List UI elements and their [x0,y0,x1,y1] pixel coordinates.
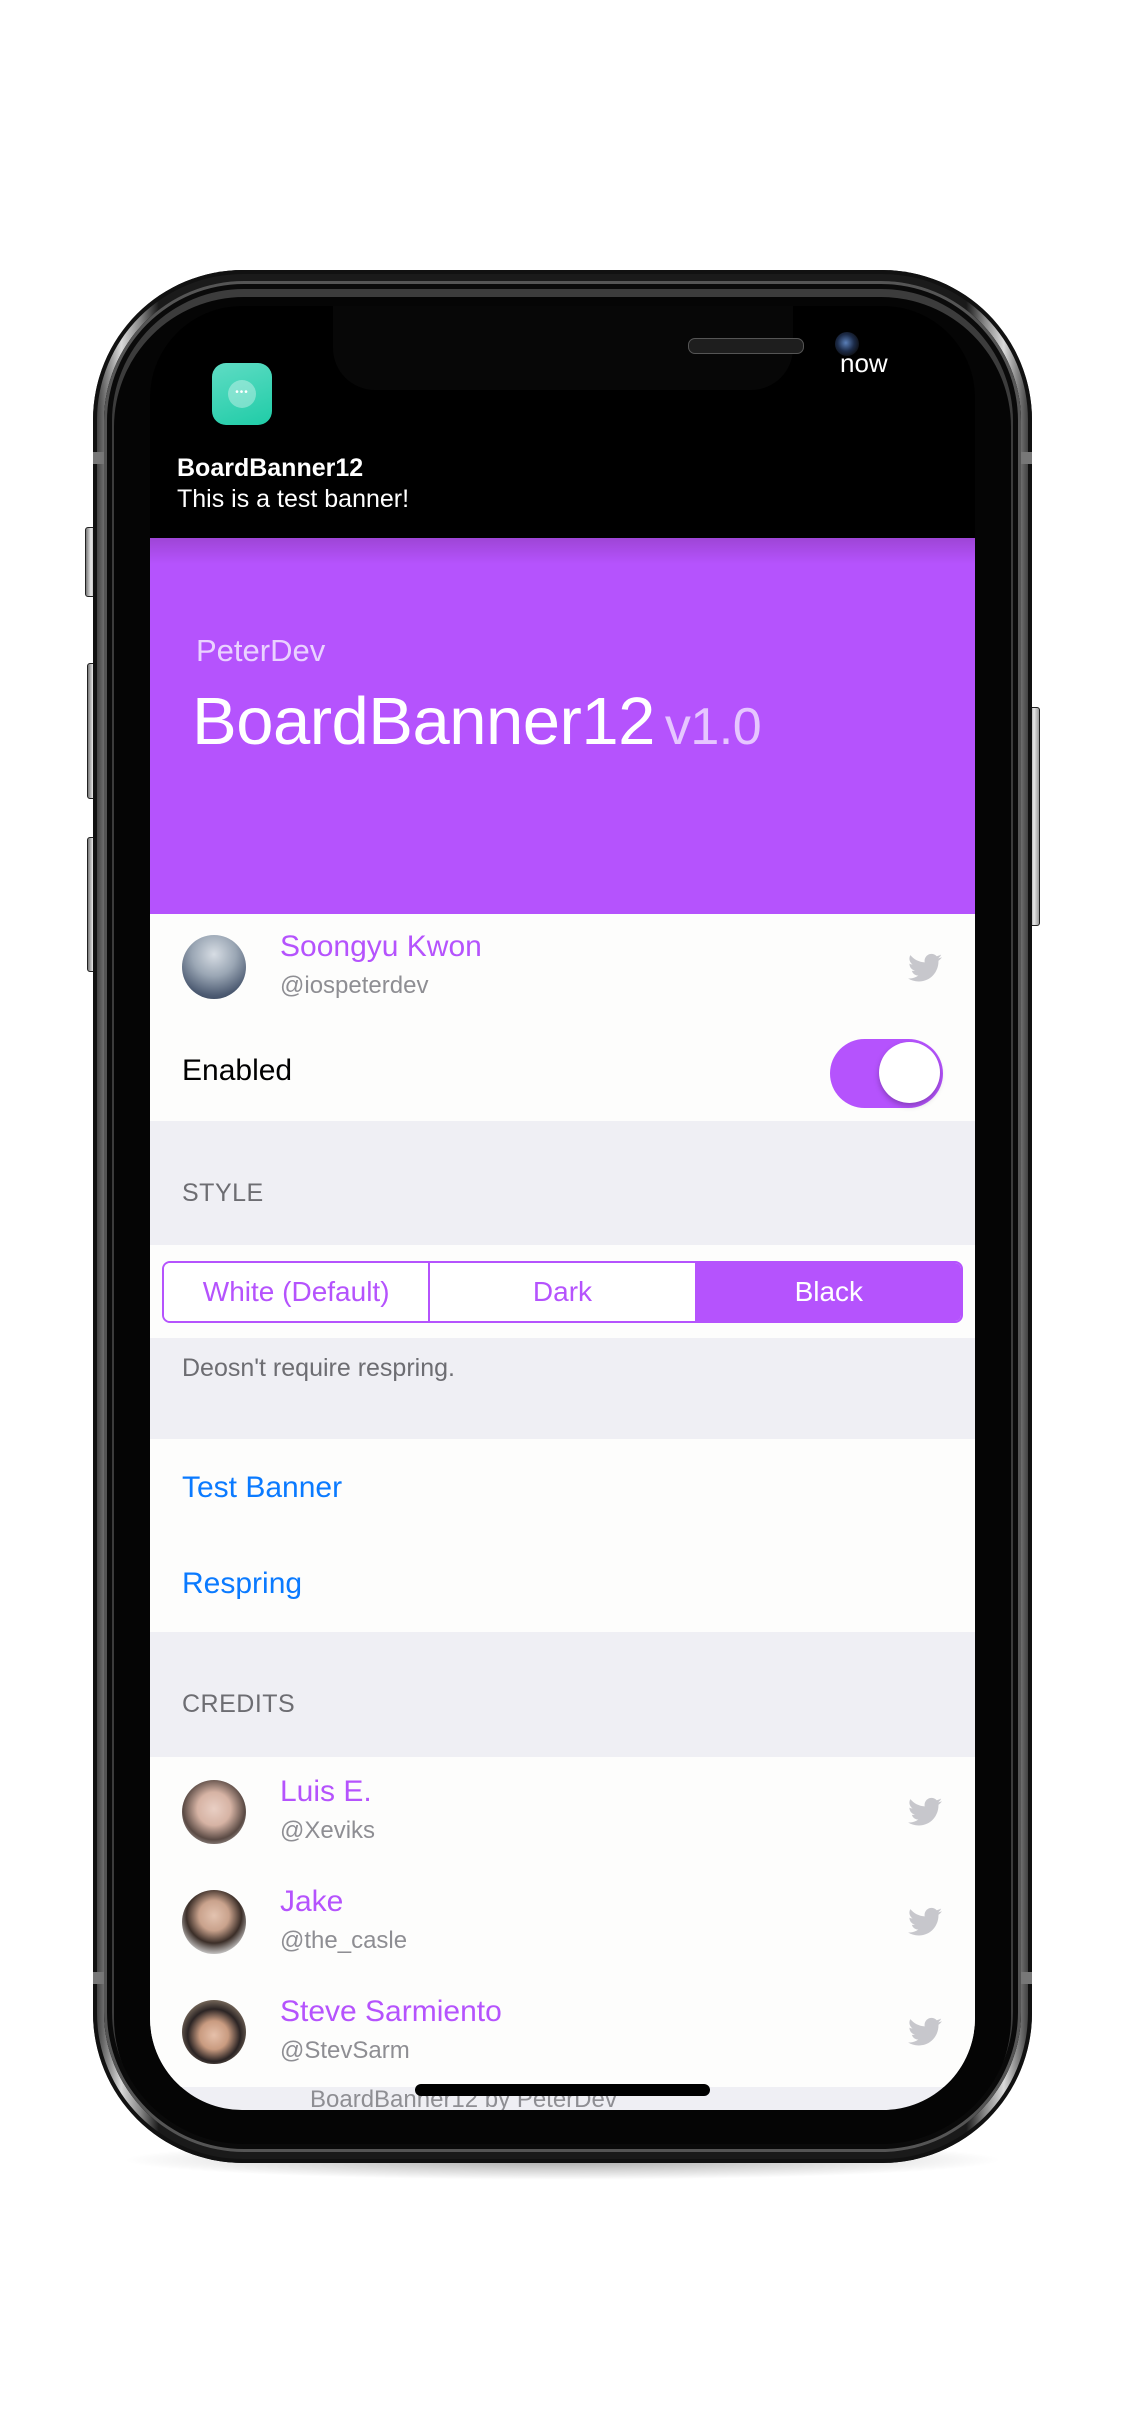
actions-group: Test Banner Respring [150,1439,975,1632]
style-section-footer: Deosn't require respring. [182,1354,455,1382]
credit-name: Jake [280,1885,344,1918]
credit-avatar [182,1780,246,1844]
preferences-page: PeterDev BoardBanner12 v1.0 Soongyu Kwon … [150,538,975,2110]
tweak-name: BoardBanner12 [192,684,655,759]
enabled-label: Enabled [182,1054,293,1087]
credit-handle: @Xeviks [280,1817,376,1844]
speaker-grille [688,338,804,354]
chat-bubble-icon: ••• [228,380,256,408]
enabled-row: Enabled [150,1022,975,1121]
respring-button[interactable]: Respring [182,1567,302,1601]
credit-avatar [182,1890,246,1954]
notification-time: now [840,348,888,378]
credit-handle: @StevSarm [280,2037,410,2064]
twitter-icon[interactable] [908,1907,942,1937]
credit-row[interactable]: Jake @the_casle [150,1867,975,1977]
toggle-knob [879,1042,940,1103]
developer-row[interactable]: Soongyu Kwon @iospeterdev [150,914,975,1022]
developer-avatar [182,935,246,999]
credit-name: Steve Sarmiento [280,1995,502,2028]
developer-name: Soongyu Kwon [280,930,482,963]
test-banner-button[interactable]: Test Banner [182,1471,342,1505]
test-banner-row[interactable]: Test Banner [150,1439,975,1535]
credit-name: Luis E. [280,1775,372,1808]
antenna-band [1020,1972,1032,1984]
segment-black[interactable]: Black [696,1263,961,1321]
main-group: Soongyu Kwon @iospeterdev Enabled [150,914,975,1121]
screen: ••• now BoardBanner12 This is a test ban… [150,306,975,2110]
tweak-version: v1.0 [664,698,762,756]
notification-title: BoardBanner12 [177,454,364,482]
credits-section-header: CREDITS [182,1690,296,1718]
style-segmented-control: White (Default) Dark Black [162,1261,963,1323]
twitter-icon[interactable] [908,2017,942,2047]
credit-avatar [182,2000,246,2064]
home-indicator[interactable] [415,2084,710,2096]
credit-row[interactable]: Luis E. @Xeviks [150,1757,975,1867]
header-author: PeterDev [196,633,326,668]
style-section-header: STYLE [182,1179,264,1207]
segment-white[interactable]: White (Default) [164,1263,431,1321]
segment-dark[interactable]: Dark [430,1263,697,1321]
respring-row[interactable]: Respring [150,1535,975,1632]
notch [333,306,859,390]
app-icon: ••• [212,363,272,425]
twitter-icon[interactable] [908,1797,942,1827]
credit-handle: @the_casle [280,1927,408,1954]
enabled-toggle[interactable] [830,1039,943,1108]
credit-row[interactable]: Steve Sarmiento @StevSarm [150,1977,975,2087]
developer-handle: @iospeterdev [280,972,429,999]
antenna-band [1020,452,1032,464]
header-title: BoardBanner12 v1.0 [192,683,762,760]
twitter-icon[interactable] [908,953,942,983]
notification-message: This is a test banner! [177,485,410,513]
credits-group: Luis E. @Xeviks Jake @the_casle Steve Sa… [150,1757,975,2087]
tweak-header: PeterDev BoardBanner12 v1.0 [150,538,975,914]
